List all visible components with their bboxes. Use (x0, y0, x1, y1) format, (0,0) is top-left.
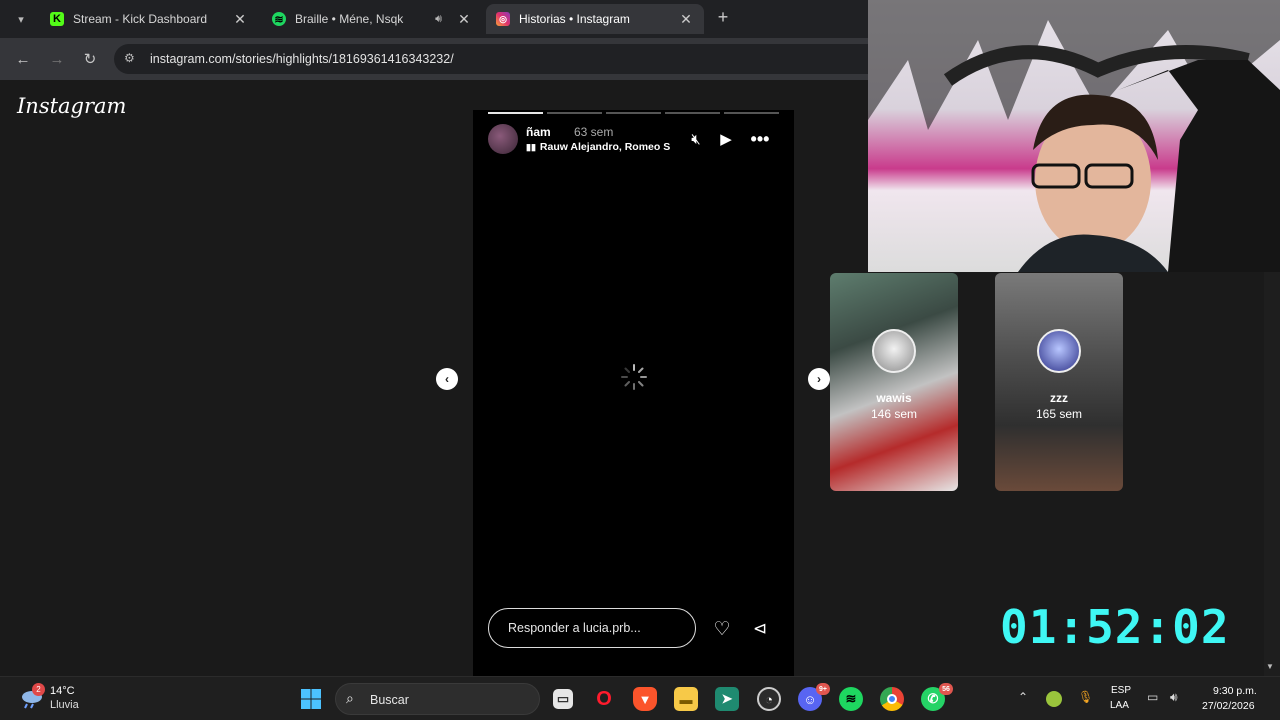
tab-kick-dashboard[interactable]: K Stream - Kick Dashboard ✕ (40, 4, 258, 34)
loading-spinner-icon (621, 364, 647, 390)
close-tab-icon[interactable]: ✕ (678, 11, 694, 28)
webcam-image (868, 0, 1280, 272)
close-tab-icon[interactable]: ✕ (232, 11, 248, 28)
previous-story-button[interactable]: ‹ (436, 368, 458, 390)
progress-segment (665, 112, 720, 114)
mute-icon[interactable]: 🔇︎ (685, 128, 707, 150)
kick-icon: K (50, 12, 64, 26)
play-icon[interactable]: ▶ (715, 128, 737, 150)
tab-title: Braille • Méne, Nsqk (295, 12, 404, 26)
search-label: Buscar (370, 693, 409, 707)
speaker-icon[interactable]: 🔊︎ (435, 13, 442, 26)
stream-timer: 01:52:02 (1000, 600, 1230, 654)
browser-toolbar: ← → ↻ ⚙ instagram.com/stories/highlights… (0, 38, 874, 80)
windows-start-icon[interactable] (299, 687, 323, 711)
tab-spotify[interactable]: ≋ Braille • Méne, Nsqk 🔊︎ ✕ (262, 4, 482, 34)
progress-segment (488, 112, 543, 114)
reload-icon[interactable]: ↻ (79, 48, 101, 70)
avatar (1037, 329, 1081, 373)
microphone-icon[interactable]: 🎙︎ (1078, 690, 1093, 704)
avatar[interactable] (488, 124, 518, 154)
tab-search-chevron-icon[interactable]: ▾ (10, 8, 32, 30)
music-bars-icon: ▮▮ (526, 142, 536, 152)
progress-segment (724, 112, 779, 114)
language-indicator[interactable]: ESP (1111, 685, 1131, 696)
progress-segment (606, 112, 661, 114)
search-icon: ⌕ (346, 690, 354, 706)
send-icon[interactable]: ⊲ (747, 618, 773, 640)
keyboard-layout[interactable]: LAA (1110, 700, 1129, 711)
whatsapp-icon[interactable]: ✆ 56 (921, 683, 953, 711)
brave-icon[interactable]: ▼ (633, 687, 657, 711)
whatsapp-badge: 56 (939, 683, 953, 695)
highlight-age: 146 sem (870, 407, 918, 421)
file-explorer-icon[interactable]: ▬ (674, 687, 698, 711)
weather-temperature[interactable]: 14°C (50, 685, 75, 697)
task-view-icon[interactable]: ▭ (553, 689, 573, 709)
site-settings-icon[interactable]: ⚙ (124, 51, 140, 67)
highlight-thumbnail[interactable]: wawis 146 sem (830, 273, 958, 491)
network-icon[interactable]: ▭ (1147, 690, 1158, 704)
discord-badge: 9+ (816, 683, 830, 695)
instagram-logo[interactable]: Instagram (17, 94, 126, 118)
spotify-icon: ≋ (272, 12, 286, 26)
windows-taskbar: 2 14°C Lluvia ⌕ Buscar ▭ O ▼ ▬ ➤ ◔ ☺ 9+ ≋… (0, 676, 1280, 720)
app-arrow-icon[interactable]: ➤ (715, 687, 739, 711)
discord-icon[interactable]: ☺ 9+ (798, 683, 830, 711)
close-tab-icon[interactable]: ✕ (456, 11, 472, 28)
highlight-thumbnail[interactable]: zzz 165 sem (995, 273, 1123, 491)
story-viewer: ñam 63 sem ▮▮ Rauw Alejandro, Romeo S 🔇︎ … (473, 110, 794, 676)
heart-icon[interactable]: ♡ (709, 618, 735, 640)
tab-title: Stream - Kick Dashboard (73, 12, 208, 26)
chevron-up-icon[interactable]: ⌃ (1018, 690, 1028, 704)
instagram-icon: ◎ (496, 12, 510, 26)
tab-title: Historias • Instagram (519, 12, 630, 26)
webcam-overlay (868, 0, 1280, 272)
taskbar-time[interactable]: 9:30 p.m. (1213, 685, 1257, 697)
url-text[interactable]: instagram.com/stories/highlights/1816936… (150, 52, 454, 66)
scroll-down-arrow-icon[interactable]: ▼ (1266, 662, 1274, 671)
reply-input[interactable]: Responder a lucia.prb... (488, 608, 696, 648)
forward-arrow-icon[interactable]: → (46, 48, 68, 70)
progress-segment (547, 112, 602, 114)
story-username[interactable]: ñam (526, 125, 551, 139)
opera-icon[interactable]: O (592, 687, 616, 711)
highlight-name: wawis (876, 391, 912, 405)
spotify-icon[interactable]: ≋ (839, 687, 863, 711)
taskbar-search[interactable]: ⌕ Buscar (335, 683, 540, 715)
weather-description[interactable]: Lluvia (50, 699, 79, 711)
back-arrow-icon[interactable]: ← (12, 48, 34, 70)
story-music[interactable]: ▮▮ Rauw Alejandro, Romeo S (526, 141, 676, 153)
new-tab-button[interactable]: + (713, 7, 733, 29)
weather-alert-badge: 2 (32, 683, 45, 696)
highlight-name: zzz (1050, 391, 1068, 405)
more-options-icon[interactable]: ••• (749, 128, 771, 150)
volume-icon[interactable]: 🔊︎ (1170, 690, 1178, 705)
story-age: 63 sem (574, 125, 614, 139)
story-music-label: Rauw Alejandro, Romeo S (539, 141, 671, 153)
obs-icon[interactable]: ◔ (757, 687, 781, 711)
tray-app-icon[interactable] (1046, 691, 1062, 707)
address-bar[interactable]: ⚙ instagram.com/stories/highlights/18169… (114, 44, 874, 74)
next-story-button[interactable]: › (808, 368, 830, 390)
story-header: ñam 63 sem ▮▮ Rauw Alejandro, Romeo S 🔇︎ … (488, 124, 779, 158)
avatar (872, 329, 916, 373)
chrome-icon[interactable] (880, 687, 904, 711)
taskbar-date[interactable]: 27/02/2026 (1202, 700, 1255, 712)
highlight-age: 165 sem (1035, 407, 1083, 421)
tab-instagram-stories[interactable]: ◎ Historias • Instagram ✕ (486, 4, 704, 34)
story-progress-bar (488, 112, 779, 114)
